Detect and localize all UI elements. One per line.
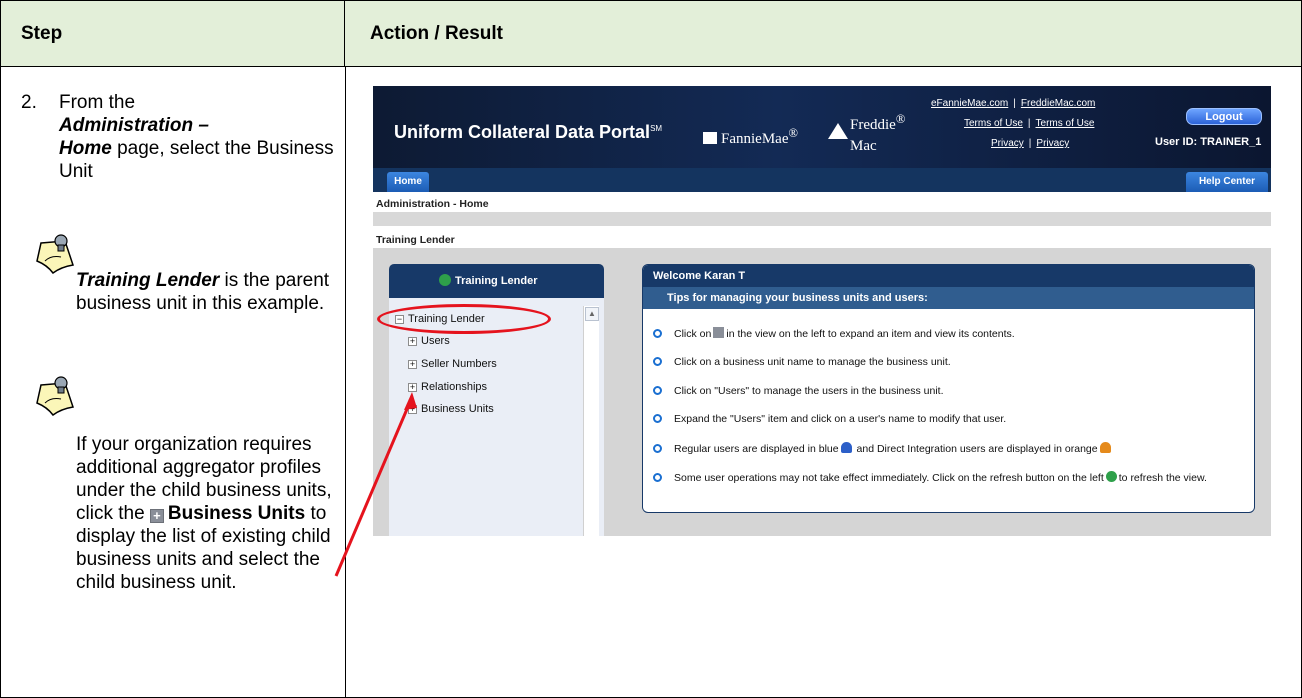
nav-bar — [373, 168, 1271, 192]
expand-icon[interactable]: + — [408, 337, 417, 346]
portal-title-text: Uniform Collateral Data Portal — [394, 122, 651, 142]
tip-item: Click on "Users" to manage the users in … — [653, 385, 944, 397]
scroll-up-icon[interactable]: ▲ — [585, 307, 599, 321]
logout-button[interactable]: Logout — [1186, 108, 1262, 125]
step-column-header: Step — [1, 1, 345, 67]
business-unit-bar: Training Lender — [373, 226, 1271, 248]
tree-header-label: Training Lender — [455, 275, 538, 287]
mac-text: Mac — [850, 138, 877, 154]
portal-title: Uniform Collateral Data PortalSM — [394, 122, 662, 143]
orange-user-icon — [1099, 442, 1111, 453]
privacy-link-fannie[interactable]: Privacy — [991, 138, 1024, 149]
fannie-mae-icon — [703, 132, 717, 144]
privacy-link-freddie[interactable]: Privacy — [1036, 138, 1069, 149]
tip-bullet-icon — [653, 473, 662, 482]
links-left: eFannieMae.com | FreddieMac.com Terms of U… — [931, 98, 1096, 149]
refresh-icon — [1105, 471, 1117, 482]
user-id: User ID: TRAINER_1 — [1155, 136, 1262, 148]
tree-label: Business Units — [421, 403, 494, 415]
blue-user-icon — [840, 442, 852, 453]
tree-scrollbar[interactable]: ▲ — [583, 306, 599, 536]
tree-item-business-units[interactable]: + Business Units — [408, 403, 494, 415]
tip-bullet-icon — [653, 386, 662, 395]
portal-screenshot: Uniform Collateral Data PortalSM FannieM… — [373, 86, 1271, 536]
tree-item-seller-numbers[interactable]: + Seller Numbers — [408, 358, 497, 370]
note-icon — [36, 376, 74, 417]
expand-icon[interactable]: + — [408, 405, 417, 414]
tree-label: Relationships — [421, 381, 488, 393]
welcome-title: Welcome Karan T — [643, 265, 1254, 287]
terms-link-fannie[interactable]: Terms of Use — [964, 118, 1023, 129]
column-divider — [345, 67, 346, 698]
terms-link-freddie[interactable]: Terms of Use — [1036, 118, 1095, 129]
efanniemae-link[interactable]: eFannieMae.com — [931, 98, 1008, 109]
tree-label: Seller Numbers — [421, 358, 497, 370]
welcome-panel: Welcome Karan T Tips for managing your b… — [642, 264, 1255, 513]
tip-item: Click on in the view on the left to expan… — [653, 327, 1015, 340]
tip-item: Some user operations may not take effect… — [653, 471, 1207, 484]
tip-bullet-icon — [653, 357, 662, 366]
step-text-home: Home — [59, 138, 112, 159]
note2-bold: Business Units — [167, 503, 306, 524]
note-icon — [36, 234, 74, 275]
tip-bullet-icon — [653, 414, 662, 423]
freddie-text: Freddie — [850, 117, 896, 133]
tree-panel — [389, 298, 604, 536]
fannie-text: FannieMae — [721, 131, 789, 147]
step-text-lead: From the — [59, 92, 136, 113]
refresh-icon[interactable] — [439, 274, 451, 286]
tree-header: Training Lender — [389, 264, 604, 305]
highlight-circle — [377, 304, 551, 334]
divider-strip — [373, 212, 1271, 226]
tip-item: Click on a business unit name to manage … — [653, 356, 951, 368]
tree-item-relationships[interactable]: + Relationships — [408, 381, 487, 393]
step-header-text: Step — [21, 23, 63, 44]
expand-icon[interactable]: + — [408, 360, 417, 369]
freddie-mac-icon — [828, 123, 848, 139]
expand-icon[interactable]: + — [408, 383, 417, 392]
breadcrumb: Administration - Home — [373, 192, 1271, 212]
note-training-lender: Training Lender is the parent business u… — [76, 269, 346, 315]
procedure-table: Step Action / Result 2. From the Adminis… — [0, 0, 1302, 698]
expand-plus-icon: + — [149, 509, 164, 523]
fannie-mae-logo: FannieMae® — [703, 126, 798, 148]
tip-item: Expand the "Users" item and click on a u… — [653, 413, 1006, 425]
tab-help-center[interactable]: Help Center — [1186, 172, 1268, 192]
note1-bold: Training Lender — [76, 270, 220, 291]
step-body: From the Administration – Home page, sel… — [59, 91, 341, 183]
tips-title: Tips for managing your business units an… — [643, 287, 1254, 309]
tab-home[interactable]: Home — [387, 172, 429, 192]
expand-icon — [713, 327, 725, 338]
freddiemac-link[interactable]: FreddieMac.com — [1021, 98, 1095, 109]
freddie-mac-logo: Freddie® Mac — [828, 112, 905, 154]
tip-bullet-icon — [653, 444, 662, 453]
step-text-admin: Administration – — [59, 115, 209, 136]
action-header-text: Action / Result — [370, 23, 504, 44]
step-number: 2. — [21, 92, 37, 113]
action-column-header: Action / Result — [345, 1, 1301, 67]
service-mark: SM — [650, 124, 663, 133]
note-child-units: If your organization requires additional… — [76, 433, 346, 594]
tree-item-users[interactable]: + Users — [408, 335, 450, 347]
tip-bullet-icon — [653, 329, 662, 338]
tree-label: Users — [421, 335, 450, 347]
tip-item: Regular users are displayed in blue and … — [653, 442, 1113, 455]
